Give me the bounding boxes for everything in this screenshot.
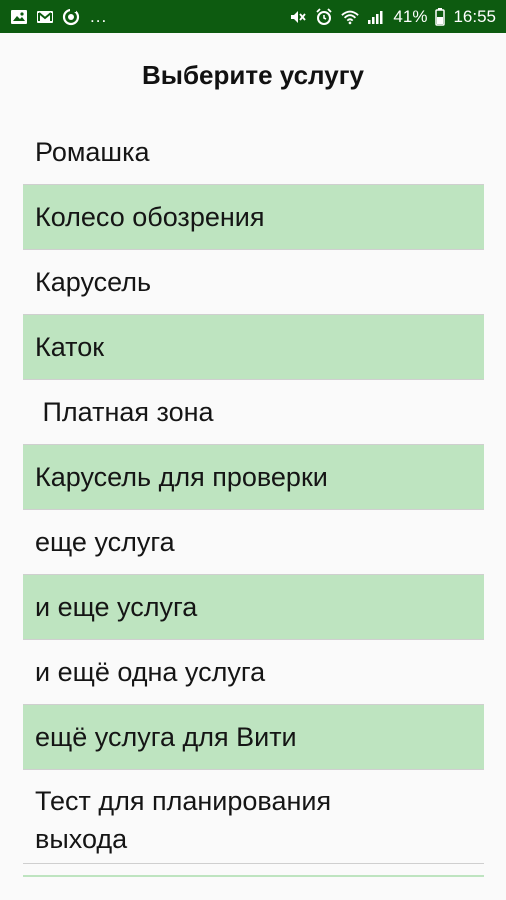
service-item[interactable]: Карусель для проверки [23,445,484,510]
service-item-label: Карусель для проверки [35,461,328,492]
service-item[interactable]: и еще услуга [23,575,484,640]
service-item-label: и ещё одна услуга [35,656,266,687]
list-bottom-divider [23,875,484,877]
service-item[interactable]: Каток [23,315,484,380]
service-item-label: ещё услуга для Вити [35,721,297,752]
service-item-label: Колесо обозрения [35,201,265,232]
battery-percent: 41% [393,6,428,26]
page-title: Выберите услугу [142,60,364,90]
service-item-label: Платная зона [35,396,214,427]
service-item[interactable]: еще услуга [23,510,484,575]
service-item-label: еще услуга [35,526,175,557]
status-bar: ... 41% 16:55 [0,0,506,33]
service-item[interactable]: Карусель [23,250,484,315]
service-item[interactable]: Колесо обозрения [23,185,484,250]
mute-icon [289,8,307,26]
alarm-icon [315,7,333,26]
signal-icon [367,8,385,26]
service-item-label: и еще услуга [35,591,198,622]
clock: 16:55 [453,6,496,26]
status-bar-right: 41% 16:55 [289,7,496,27]
service-item[interactable]: Тест для планирования выхода [23,770,484,864]
service-list: Ромашка Колесо обозрения Карусель Каток … [23,120,484,864]
image-icon [10,8,28,26]
mail-icon [36,8,54,26]
sync-icon [62,7,80,26]
status-bar-left: ... [10,7,107,27]
more-notifications: ... [90,6,108,26]
service-item[interactable]: Ромашка [23,120,484,185]
service-item[interactable]: ещё услуга для Вити [23,705,484,770]
service-item-label: Тест для планирования выхода [35,785,339,854]
service-item[interactable]: и ещё одна услуга [23,640,484,705]
battery-icon [435,7,446,26]
service-item-label: Ромашка [35,136,150,167]
service-item[interactable]: Платная зона [23,380,484,445]
service-item-label: Каток [35,331,105,362]
service-item-label: Карусель [35,266,152,297]
wifi-icon [341,8,360,26]
